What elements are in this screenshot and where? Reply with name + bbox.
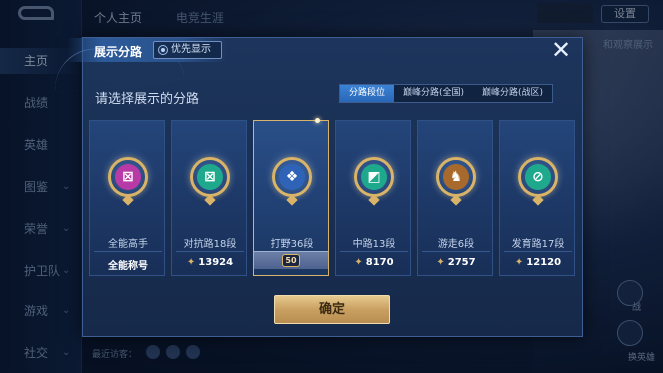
card-score-value: 13924 [198,257,234,268]
allround-icon: ⊠ [108,157,148,206]
card-score-value: 8170 [365,257,394,268]
card-label: 游走6段 [437,239,475,250]
lane-card-clash[interactable]: ⊠ 对抗路18段 ✦ 13924 [171,120,247,276]
badge-symbol: ⊠ [122,169,134,185]
selection-spark-icon [315,118,320,123]
badge-symbol: ⊠ [204,169,216,185]
card-label: 中路13段 [352,239,396,250]
badge-tail [532,194,544,206]
badge-tail [368,194,380,206]
badge-tail [122,194,134,206]
card-score: ✦ 12120 [500,257,576,268]
rank-star-icon: ✦ [354,257,363,268]
lane-display-dialog: 展示分路 优先显示 ✕ 请选择展示的分路 分路段位 巅峰分路(全国) 巅峰分路(… [51,37,584,337]
card-label: 对抗路18段 [183,239,237,250]
rank-star-icon: ✦ [186,257,196,268]
confirm-button[interactable]: 确定 [274,295,390,324]
priority-toggle-label: 优先显示 [171,44,211,55]
dialog-title: 展示分路 [94,45,143,59]
tab-lane-rank[interactable]: 分路段位 [340,85,395,102]
roam-icon: ♞ [436,157,476,206]
badge-tail [450,194,462,206]
badge-tail [204,194,216,206]
filter-tabs: 分路段位 巅峰分路(全国) 巅峰分路(战区) [339,84,554,103]
lane-card-list: ⊠ 全能高手 全能称号 ⊠ 对抗路18段 ✦ 13924 ❖ 打野36段 50 … [89,118,579,278]
dialog-header: 展示分路 优先显示 ✕ [51,38,584,93]
card-score-value: 2757 [447,257,476,268]
card-label: 发育路17段 [511,239,565,250]
tab-peak-region[interactable]: 巅峰分路(战区) [473,85,552,102]
card-divider [340,251,408,252]
rank-chip: 50 [282,254,300,267]
card-score: ✦ 2757 [418,257,494,268]
card-score: ✦ 8170 [336,257,412,268]
badge-symbol: ⊘ [532,169,544,185]
rank-star-icon: ✦ [514,257,524,268]
card-label: 全能高手 [108,239,148,250]
card-score: ✦ 13924 [172,257,248,268]
badge-symbol: ❖ [285,169,299,185]
card-divider [176,251,244,252]
lane-card-mid[interactable]: ◩ 中路13段 ✦ 8170 [335,120,411,276]
badge-tail [286,194,298,206]
card-divider [94,251,162,252]
lane-card-roam[interactable]: ♞ 游走6段 ✦ 2757 [417,120,493,276]
lane-card-allround[interactable]: ⊠ 全能高手 全能称号 [89,120,165,276]
radio-icon [158,45,168,55]
card-score: 全能称号 [108,261,148,272]
card-divider [504,251,572,252]
jungle-icon: ❖ [272,157,312,206]
close-button[interactable]: ✕ [548,38,574,64]
priority-display-toggle[interactable]: 优先显示 [153,41,222,59]
lane-card-jungle[interactable]: ❖ 打野36段 50 [253,118,329,276]
clash-lane-icon: ⊠ [190,157,230,206]
badge-symbol: ◩ [367,169,381,185]
selected-indicator: 50 [254,251,328,269]
card-label: 打野36段 [270,239,314,250]
tab-peak-national[interactable]: 巅峰分路(全国) [394,85,473,102]
farm-lane-icon: ⊘ [518,157,558,206]
mid-lane-icon: ◩ [354,157,394,206]
rank-star-icon: ✦ [436,257,445,268]
badge-symbol: ♞ [449,169,463,185]
lane-card-farm[interactable]: ⊘ 发育路17段 ✦ 12120 [499,120,575,276]
selection-prompt: 请选择展示的分路 [95,92,200,107]
card-divider [422,251,490,252]
card-score-value: 12120 [526,257,562,268]
